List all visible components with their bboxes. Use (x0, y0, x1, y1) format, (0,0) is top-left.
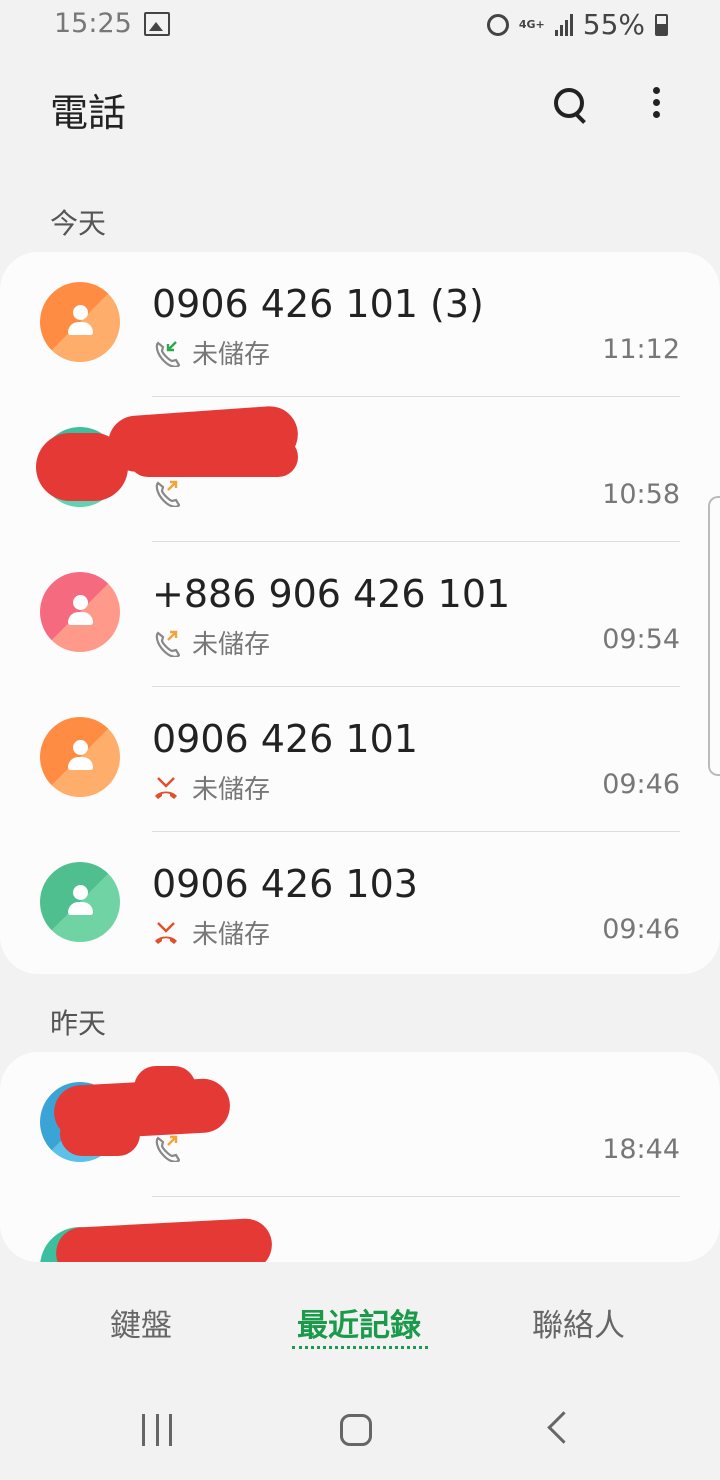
call-time: 18:44 (602, 1134, 680, 1165)
redaction-mark (128, 437, 298, 477)
call-log-item[interactable] (0, 1197, 720, 1262)
redaction-mark (134, 1066, 196, 1110)
alarm-icon (486, 13, 509, 36)
call-log-card-today: 0906 426 101 (3) 未儲存 11:12 10:58 +886 90… (0, 252, 720, 974)
call-log-card-yesterday: 18:44 (0, 1052, 720, 1262)
back-button[interactable] (547, 1411, 580, 1444)
system-nav-bar (0, 1390, 720, 1480)
recent-apps-button[interactable] (142, 1414, 172, 1446)
scroll-indicator[interactable] (708, 496, 720, 776)
call-log-item[interactable]: 0906 426 101 (3) 未儲存 11:12 (0, 252, 720, 397)
incoming-call-icon (152, 339, 181, 368)
signal-icon (554, 13, 573, 36)
call-log-item[interactable]: 0906 426 101 未儲存 09:46 (0, 687, 720, 832)
missed-call-icon (152, 774, 180, 802)
call-log-item[interactable]: 18:44 (0, 1052, 720, 1197)
call-log-item[interactable]: 0906 426 103 未儲存 09:46 (0, 832, 720, 974)
caller-status: 未儲存 (192, 775, 271, 805)
caller-name: 0906 426 101 (152, 717, 418, 761)
caller-name: 0906 426 101 (3) (152, 282, 484, 326)
status-bar: 15:25 4G+ 55% (0, 0, 720, 56)
contact-avatar[interactable] (40, 862, 120, 942)
battery-icon (655, 13, 668, 36)
network-type: 4G+ (518, 18, 545, 31)
call-time: 10:58 (602, 479, 680, 510)
section-header-today: 今天 (50, 207, 107, 240)
call-time: 11:12 (602, 334, 680, 365)
call-time: 09:46 (602, 769, 680, 800)
app-bar: 電話 (0, 70, 720, 150)
redaction-mark (60, 1112, 140, 1156)
caller-name: 0906 426 103 (152, 862, 418, 906)
outgoing-call-icon (152, 1134, 181, 1163)
tab-keypad[interactable]: 鍵盤 (110, 1300, 172, 1345)
more-vert-icon (652, 87, 660, 94)
tab-contacts[interactable]: 聯絡人 (532, 1300, 625, 1345)
call-log-item[interactable]: 10:58 (0, 397, 720, 542)
caller-status: 未儲存 (192, 340, 271, 370)
outgoing-call-icon (152, 479, 181, 508)
page-title: 電話 (50, 91, 127, 135)
call-log-item[interactable]: +886 906 426 101 未儲存 09:54 (0, 542, 720, 687)
gallery-notification-icon (144, 12, 170, 36)
search-button[interactable] (552, 86, 592, 126)
call-time: 09:54 (602, 624, 680, 655)
redaction-mark (54, 1217, 274, 1262)
contact-avatar[interactable] (40, 717, 120, 797)
active-tab-indicator (292, 1346, 428, 1349)
bottom-tab-bar: 鍵盤 最近記錄 聯絡人 (0, 1290, 720, 1360)
home-button[interactable] (340, 1414, 372, 1446)
missed-call-icon (152, 919, 180, 947)
call-time: 09:46 (602, 914, 680, 945)
battery-percent: 55% (582, 8, 645, 41)
caller-status: 未儲存 (192, 630, 271, 660)
more-options-button[interactable] (646, 84, 666, 128)
tab-recents[interactable]: 最近記錄 (297, 1300, 421, 1345)
caller-status: 未儲存 (192, 920, 271, 950)
contact-avatar[interactable] (40, 282, 120, 362)
contact-avatar[interactable] (40, 572, 120, 652)
caller-name: +886 906 426 101 (152, 572, 511, 616)
search-icon (554, 88, 584, 118)
outgoing-call-icon (152, 629, 181, 658)
section-header-yesterday: 昨天 (50, 1007, 107, 1040)
